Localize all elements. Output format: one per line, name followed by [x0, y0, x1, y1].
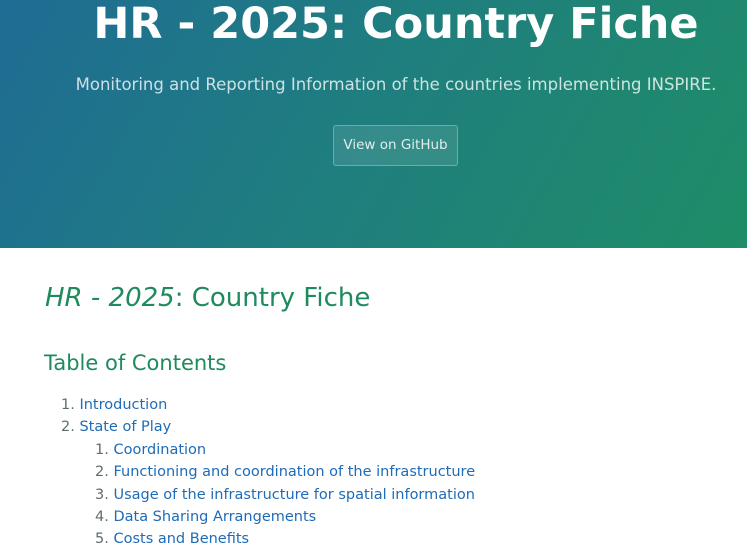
toc-link-state-of-play[interactable]: State of Play	[79, 419, 171, 435]
page-heading: HR - 2025: Country Fiche	[45, 278, 370, 318]
toc-item: 1. Introduction	[61, 394, 167, 416]
heading-country-code: HR	[45, 283, 83, 313]
toc-link-costs-benefits[interactable]: Costs and Benefits	[113, 531, 249, 547]
main-content: HR - 2025: Country Fiche Table of Conten…	[0, 248, 747, 549]
toc-item: 2. State of Play	[61, 416, 171, 438]
toc-link-introduction[interactable]: Introduction	[79, 397, 167, 413]
toc-item: 3. Usage of the infrastructure for spati…	[95, 484, 475, 506]
toc-number: 3.	[95, 487, 109, 503]
toc-number: 2.	[61, 419, 75, 435]
toc-link-functioning-coordination[interactable]: Functioning and coordination of the infr…	[113, 464, 475, 480]
project-title: HR - 2025: Country Fiche	[93, 0, 699, 49]
toc-item: 5. Costs and Benefits	[95, 528, 249, 550]
toc-heading: Table of Contents	[44, 351, 227, 375]
heading-separator: -	[82, 283, 109, 313]
toc-item: 4. Data Sharing Arrangements	[95, 506, 316, 528]
toc-number: 1.	[95, 442, 109, 458]
toc-number: 5.	[95, 531, 109, 547]
toc-item: 2. Functioning and coordination of the i…	[95, 461, 475, 483]
page-header: HR - 2025: Country Fiche Monitoring and …	[0, 0, 747, 248]
heading-year: 2025	[108, 283, 175, 313]
toc-item: 1. Coordination	[95, 439, 206, 461]
toc-number: 2.	[95, 464, 109, 480]
toc-number: 1.	[61, 397, 75, 413]
project-tagline: Monitoring and Reporting Information of …	[75, 75, 717, 94]
toc-link-usage-infrastructure[interactable]: Usage of the infrastructure for spatial …	[113, 487, 474, 503]
toc-link-coordination[interactable]: Coordination	[113, 442, 206, 458]
toc-link-data-sharing[interactable]: Data Sharing Arrangements	[113, 509, 316, 525]
toc-number: 4.	[95, 509, 109, 525]
view-on-github-button[interactable]: View on GitHub	[333, 125, 458, 166]
heading-rest: : Country Fiche	[174, 283, 371, 313]
